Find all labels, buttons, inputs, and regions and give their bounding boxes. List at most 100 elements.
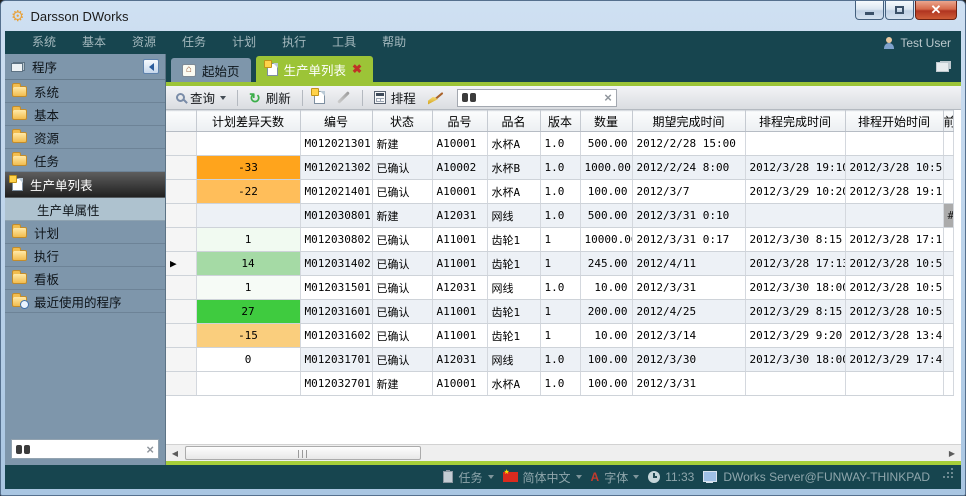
cell-diff-days[interactable] (196, 372, 300, 396)
cell-status[interactable]: 已确认 (372, 348, 432, 372)
cell-version[interactable]: 1 (540, 228, 580, 252)
cell-sched_end[interactable]: 2012/3/29 8:15 (745, 300, 845, 324)
status-task-dropdown[interactable]: 任务 (443, 469, 493, 486)
cell-version[interactable]: 1.0 (540, 204, 580, 228)
tab-production-order-list[interactable]: 生产单列表 ✖ (256, 56, 374, 82)
cell-code[interactable]: M012021302 (300, 156, 372, 180)
table-row[interactable]: 1M012030802已确认A11001齿轮1110000.002012/3/3… (166, 228, 953, 252)
cell-status[interactable]: 新建 (372, 372, 432, 396)
cell-part_no[interactable]: A11001 (432, 324, 487, 348)
grid-header-part_no[interactable]: 品号 (432, 111, 487, 132)
cell-status[interactable]: 已确认 (372, 180, 432, 204)
sidebar-item-4[interactable]: 生产单列表 (5, 172, 165, 198)
grid-header-code[interactable]: 编号 (300, 111, 372, 132)
cell-expect_time[interactable]: 2012/4/11 (632, 252, 745, 276)
cell-expect_time[interactable]: 2012/4/25 (632, 300, 745, 324)
row-indicator[interactable] (166, 300, 196, 324)
row-indicator[interactable] (166, 156, 196, 180)
cell-code[interactable]: M012031501 (300, 276, 372, 300)
cell-diff-days[interactable]: -33 (196, 156, 300, 180)
cell-version[interactable]: 1 (540, 252, 580, 276)
cell-part_name[interactable]: 水杯A (487, 180, 540, 204)
cell-diff-days[interactable]: 0 (196, 348, 300, 372)
refresh-button[interactable]: ↻ 刷新 (246, 88, 294, 108)
cell-qty[interactable]: 10000.00 (580, 228, 632, 252)
table-row[interactable]: 27M012031601已确认A11001齿轮11200.002012/4/25… (166, 300, 953, 324)
grid-header-indicator[interactable] (166, 111, 196, 132)
cell-version[interactable]: 1.0 (540, 132, 580, 156)
cell-sched_end[interactable]: 2012/3/30 8:15 (745, 228, 845, 252)
row-indicator[interactable] (166, 204, 196, 228)
cell-expect_time[interactable]: 2012/3/30 (632, 348, 745, 372)
cell-code[interactable]: M012031601 (300, 300, 372, 324)
table-row[interactable]: M012021301新建A10001水杯A1.0500.002012/2/28 … (166, 132, 953, 156)
cell-sched_start[interactable]: 2012/3/28 17:13 (845, 228, 943, 252)
cell-part_name[interactable]: 水杯A (487, 372, 540, 396)
cell-qty[interactable]: 100.00 (580, 180, 632, 204)
cell-part_name[interactable]: 网线 (487, 348, 540, 372)
cell-version[interactable]: 1 (540, 300, 580, 324)
cell-status[interactable]: 新建 (372, 204, 432, 228)
cell-sched_start[interactable] (845, 204, 943, 228)
cell-part_name[interactable]: 齿轮1 (487, 324, 540, 348)
cell-sched_start[interactable]: 2012/3/28 10:52 (845, 252, 943, 276)
tab-close-icon[interactable]: ✖ (352, 63, 362, 75)
status-language-dropdown[interactable]: 简体中文 (503, 469, 582, 486)
cell-status[interactable]: 已确认 (372, 324, 432, 348)
cell-diff-days[interactable] (196, 204, 300, 228)
cell-part_name[interactable]: 网线 (487, 276, 540, 300)
row-indicator[interactable] (166, 324, 196, 348)
cell-sched_start[interactable] (845, 132, 943, 156)
cell-sched_end[interactable]: 2012/3/28 19:10 (745, 156, 845, 180)
menu-item-2[interactable]: 资源 (119, 31, 169, 54)
cell-expect_time[interactable]: 2012/2/24 8:00 (632, 156, 745, 180)
cell-part_no[interactable]: A10001 (432, 372, 487, 396)
menu-item-7[interactable]: 帮助 (369, 31, 419, 54)
schedule-button[interactable]: 排程 (371, 88, 419, 108)
cell-status[interactable]: 新建 (372, 132, 432, 156)
sidebar-item-7[interactable]: 执行 (5, 244, 165, 267)
row-indicator[interactable] (166, 180, 196, 204)
cell-part_no[interactable]: A10001 (432, 132, 487, 156)
cell-code[interactable]: M012021401 (300, 180, 372, 204)
row-indicator[interactable] (166, 372, 196, 396)
grid-header-sched_start[interactable]: 排程开始时间 (845, 111, 943, 132)
grid-header-part_name[interactable]: 品名 (487, 111, 540, 132)
cell-sched_end[interactable] (745, 132, 845, 156)
cell-expect_time[interactable]: 2012/3/31 (632, 276, 745, 300)
cell-version[interactable]: 1 (540, 324, 580, 348)
grid-header-version[interactable]: 版本 (540, 111, 580, 132)
cell-part_no[interactable]: A12031 (432, 204, 487, 228)
cell-version[interactable]: 1.0 (540, 372, 580, 396)
menu-item-4[interactable]: 计划 (219, 31, 269, 54)
cell-sched_end[interactable]: 2012/3/29 9:20 (745, 324, 845, 348)
cell-expect_time[interactable]: 2012/2/28 15:00 (632, 132, 745, 156)
cell-sched_start[interactable]: 2012/3/28 10:52 (845, 276, 943, 300)
cell-sched_start[interactable]: 2012/3/28 13:40 (845, 324, 943, 348)
grid-header-status[interactable]: 状态 (372, 111, 432, 132)
cell-sched_start[interactable]: 2012/3/28 19:10 (845, 180, 943, 204)
menu-item-0[interactable]: 系统 (19, 31, 69, 54)
cell-sched_end[interactable]: 2012/3/30 18:00 (745, 276, 845, 300)
cell-status[interactable]: 已确认 (372, 300, 432, 324)
cell-part_name[interactable]: 齿轮1 (487, 228, 540, 252)
menu-item-6[interactable]: 工具 (319, 31, 369, 54)
grid-header-sched_end[interactable]: 排程完成时间 (745, 111, 845, 132)
cell-part_no[interactable]: A12031 (432, 276, 487, 300)
current-row-indicator[interactable]: ▶ (166, 252, 196, 276)
row-indicator[interactable] (166, 276, 196, 300)
sidebar-search-input[interactable] (35, 442, 141, 456)
cell-qty[interactable]: 500.00 (580, 204, 632, 228)
sidebar-item-1[interactable]: 基本 (5, 103, 165, 126)
cell-expect_time[interactable]: 2012/3/31 0:17 (632, 228, 745, 252)
sidebar-item-3[interactable]: 任务 (5, 149, 165, 172)
sidebar-item-8[interactable]: 看板 (5, 267, 165, 290)
row-indicator[interactable] (166, 228, 196, 252)
window-list-icon[interactable] (936, 61, 951, 72)
cell-sched_end[interactable]: 2012/3/28 17:13 (745, 252, 845, 276)
cell-sched_start[interactable] (845, 372, 943, 396)
cell-code[interactable]: M012021301 (300, 132, 372, 156)
cell-sched_end[interactable]: 2012/3/29 10:20 (745, 180, 845, 204)
cell-qty[interactable]: 100.00 (580, 372, 632, 396)
cell-part_name[interactable]: 齿轮1 (487, 300, 540, 324)
